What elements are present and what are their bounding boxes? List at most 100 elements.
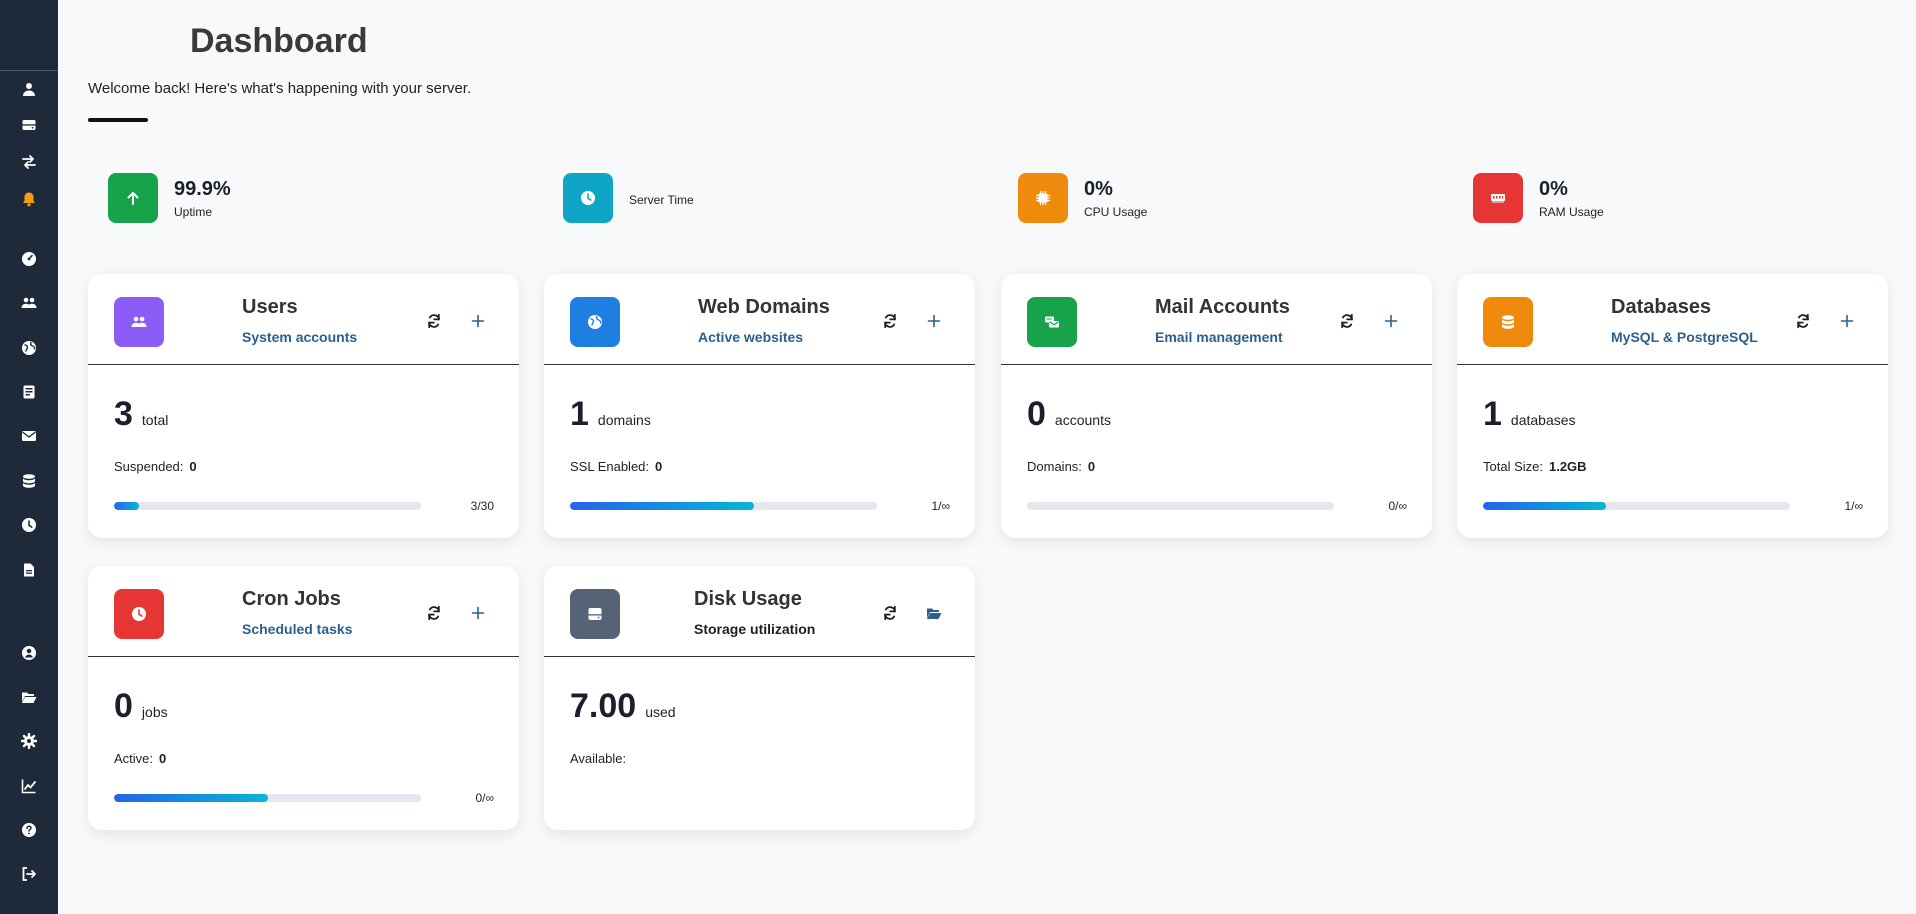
sidebar-chart-icon[interactable] xyxy=(0,774,58,798)
add-button[interactable] xyxy=(1836,310,1858,332)
sidebar-logout-icon[interactable] xyxy=(0,862,58,886)
metric-unit: databases xyxy=(1510,412,1576,428)
clock-icon xyxy=(563,173,613,223)
card-detail: Suspended: 0 xyxy=(114,459,197,474)
open-folder-button[interactable] xyxy=(923,602,945,624)
card-body: 0 accounts Domains: 0 0/∞ xyxy=(1001,365,1432,538)
card-metric: 0 jobs xyxy=(114,687,168,726)
stat-uptime: 99.9% Uptime xyxy=(108,172,231,224)
sidebar-transfer-icon[interactable] xyxy=(0,150,58,174)
add-button[interactable] xyxy=(1380,310,1402,332)
metric-unit: total xyxy=(141,412,169,428)
refresh-button[interactable] xyxy=(879,310,901,332)
card-header: Databases MySQL & PostgreSQL xyxy=(1457,274,1888,365)
card-metric: 1 databases xyxy=(1483,395,1576,434)
stat-value: 0% xyxy=(1539,177,1568,200)
detail-value: 0 xyxy=(1087,459,1096,474)
metric-value: 1 xyxy=(1483,395,1502,433)
detail-label: Suspended: xyxy=(114,459,184,474)
detail-label: SSL Enabled: xyxy=(570,459,650,474)
card-metric: 3 total xyxy=(114,395,168,434)
card-title: Users xyxy=(242,296,298,318)
metric-value: 0 xyxy=(1027,395,1046,433)
detail-value: 1.2GB xyxy=(1548,459,1587,474)
card-subtitle: Storage utilization xyxy=(694,621,816,637)
card-body: 3 total Suspended: 0 3/30 xyxy=(88,365,519,538)
card-header: Disk Usage Storage utilization xyxy=(544,566,975,657)
refresh-button[interactable] xyxy=(423,602,445,624)
sidebar-account-icon[interactable] xyxy=(0,641,58,665)
refresh-button[interactable] xyxy=(1336,310,1358,332)
sidebar-settings-icon[interactable] xyxy=(0,729,58,753)
card-title: Web Domains xyxy=(698,296,830,318)
add-button[interactable] xyxy=(923,310,945,332)
metric-unit: domains xyxy=(597,412,651,428)
card-subtitle: Email management xyxy=(1155,329,1283,345)
add-button[interactable] xyxy=(467,310,489,332)
detail-value: 0 xyxy=(189,459,197,474)
progress-fill xyxy=(570,502,755,510)
metric-value: 3 xyxy=(114,395,133,433)
sidebar-folder-open-icon[interactable] xyxy=(0,685,58,709)
refresh-button[interactable] xyxy=(1792,310,1814,332)
sidebar-bell-icon[interactable] xyxy=(0,187,58,211)
detail-value: 0 xyxy=(655,459,663,474)
stat-label: Uptime xyxy=(174,204,213,219)
progress-bar xyxy=(570,502,877,510)
refresh-button[interactable] xyxy=(423,310,445,332)
title-underline xyxy=(88,118,148,122)
sidebar-users-icon[interactable] xyxy=(0,291,58,315)
metric-unit: accounts xyxy=(1054,412,1111,428)
card-title: Disk Usage xyxy=(694,588,802,610)
sidebar-help-icon[interactable] xyxy=(0,818,58,842)
progress-bar xyxy=(1483,502,1790,510)
card-subtitle: Scheduled tasks xyxy=(242,621,353,637)
stat-cpu-usage: 0% CPU Usage xyxy=(1018,172,1147,224)
detail-label: Available: xyxy=(570,751,627,766)
detail-label: Total Size: xyxy=(1483,459,1543,474)
card-header: Mail Accounts Email management xyxy=(1001,274,1432,365)
card-web-domains: Web Domains Active websites 1 domains SSL En… xyxy=(544,274,975,538)
progress-bar xyxy=(114,794,421,802)
metric-unit: used xyxy=(645,704,676,720)
sidebar-database-icon[interactable] xyxy=(0,469,58,493)
mail-accounts-icon xyxy=(1027,297,1077,347)
stat-ram-usage: 0% RAM Usage xyxy=(1473,172,1604,224)
sidebar-address-book-icon[interactable] xyxy=(0,380,58,404)
sidebar-mail-icon[interactable] xyxy=(0,424,58,448)
stat-label: CPU Usage xyxy=(1084,204,1148,219)
stat-server-time: Server Time xyxy=(563,172,694,224)
page-subtitle: Welcome back! Here's what's happening wi… xyxy=(88,80,472,97)
stat-value: 0% xyxy=(1084,177,1113,200)
users-icon xyxy=(114,297,164,347)
card-header: Cron Jobs Scheduled tasks xyxy=(88,566,519,657)
sidebar-globe-icon[interactable] xyxy=(0,336,58,360)
card-metric: 0 accounts xyxy=(1027,395,1111,434)
card-metric: 1 domains xyxy=(570,395,651,434)
sidebar-user-icon[interactable] xyxy=(0,77,58,101)
detail-value: 0 xyxy=(159,751,167,766)
globe-icon xyxy=(570,297,620,347)
progress-bar xyxy=(1027,502,1334,510)
card-header: Users System accounts xyxy=(88,274,519,365)
clock-icon xyxy=(114,589,164,639)
card-mail-accounts: Mail Accounts Email management 0 accounts Do… xyxy=(1001,274,1432,538)
card-title: Mail Accounts xyxy=(1155,296,1290,318)
sidebar-clock-icon[interactable] xyxy=(0,513,58,537)
sidebar-file-icon[interactable] xyxy=(0,558,58,582)
page-title: Dashboard xyxy=(190,22,368,60)
add-button[interactable] xyxy=(467,602,489,624)
arrow-up-icon xyxy=(108,173,158,223)
progress-fill xyxy=(114,502,140,510)
card-body: 1 databases Total Size: 1.2GB 1/∞ xyxy=(1457,365,1888,538)
card-databases: Databases MySQL & PostgreSQL 1 databases Tot… xyxy=(1457,274,1888,538)
detail-label: Domains: xyxy=(1027,459,1082,474)
card-body: 1 domains SSL Enabled: 0 1/∞ xyxy=(544,365,975,538)
usage-count: 1/∞ xyxy=(931,499,950,513)
card-detail: Available: xyxy=(570,751,632,766)
card-users: Users System accounts 3 total Suspended: 0 3/3… xyxy=(88,274,519,538)
sidebar-dashboard-icon[interactable] xyxy=(0,247,58,271)
refresh-button[interactable] xyxy=(879,602,901,624)
sidebar-server-icon[interactable] xyxy=(0,113,58,137)
stat-label: RAM Usage xyxy=(1539,204,1604,219)
